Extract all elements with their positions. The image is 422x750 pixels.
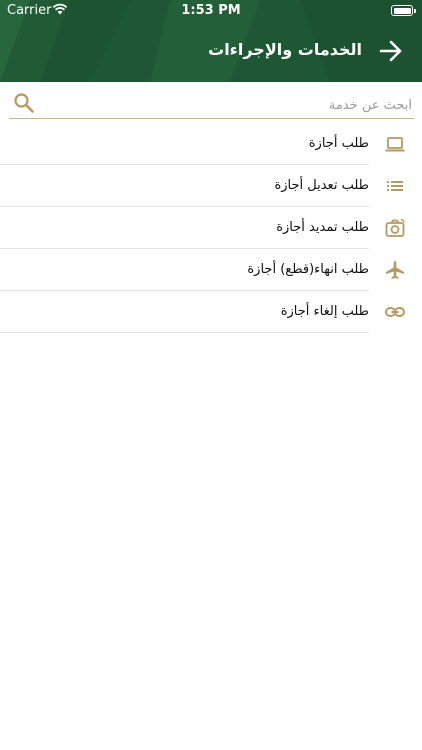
arrow-right-icon[interactable]	[378, 38, 404, 64]
list-item-label: طلب إلغاء أجازة	[280, 304, 369, 319]
search-bar	[9, 91, 414, 119]
divider	[0, 332, 369, 333]
list-item-cancel-leave[interactable]: طلب إلغاء أجازة	[0, 291, 422, 333]
list-icon	[387, 181, 403, 191]
camera-rotate-icon	[385, 218, 405, 237]
list-item-modify-leave[interactable]: طلب تعديل أجازة	[0, 165, 422, 207]
list-item-extend-leave[interactable]: طلب تمديد أجازة	[0, 207, 422, 249]
list-item-leave-request[interactable]: طلب أجازة	[0, 123, 422, 165]
services-list: طلب أجازة طلب تعديل أجازة طلب تمديد أجاز…	[0, 123, 422, 333]
status-time: 1:53 PM	[181, 3, 241, 18]
laptop-icon	[385, 137, 405, 152]
link-icon	[385, 307, 405, 317]
list-item-label: طلب أجازة	[308, 136, 369, 151]
page-title: الخدمات والإجراءات	[208, 40, 362, 59]
list-item-label: طلب تمديد أجازة	[276, 220, 369, 235]
list-item-label: طلب تعديل أجازة	[274, 178, 369, 193]
battery-icon	[391, 5, 416, 16]
airplane-icon	[386, 261, 404, 279]
status-bar: Carrier 1:53 PM	[0, 0, 422, 22]
list-item-label: طلب انهاء(قطع) أجازة	[247, 262, 369, 277]
list-item-end-leave[interactable]: طلب انهاء(قطع) أجازة	[0, 249, 422, 291]
nav-header: Carrier 1:53 PM الخدمات والإجراءات	[0, 0, 422, 82]
search-input[interactable]	[45, 94, 412, 116]
search-icon[interactable]	[13, 92, 35, 114]
